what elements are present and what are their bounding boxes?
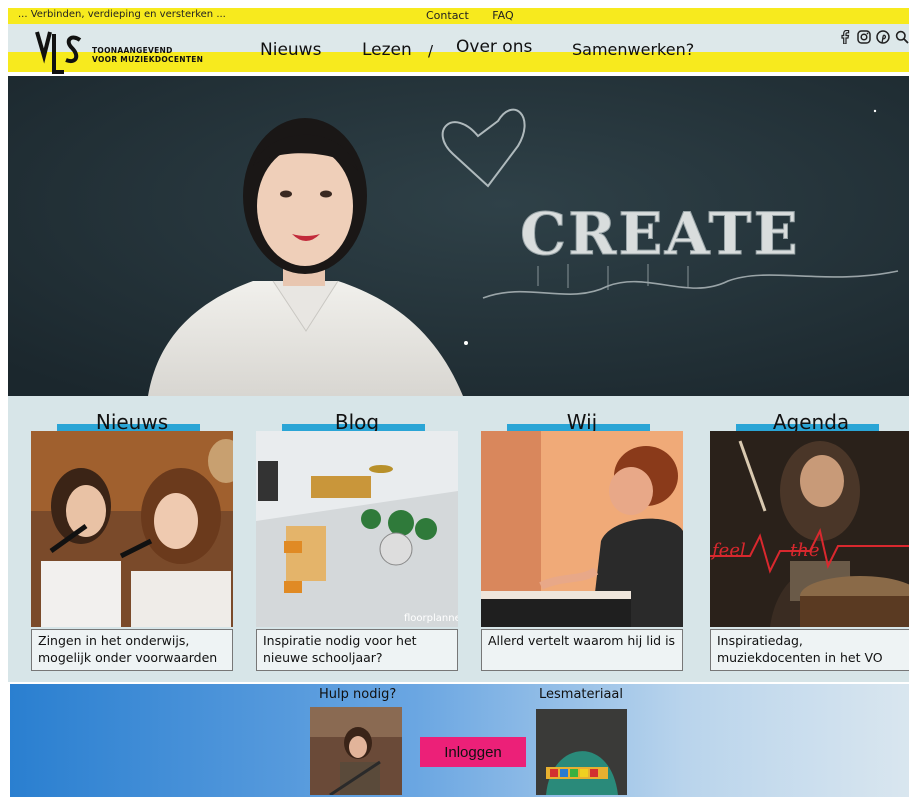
card-image-pianist[interactable] xyxy=(481,431,683,627)
logo-text-line1: TOONAANGEVEND xyxy=(92,46,173,55)
overlay-the: the xyxy=(790,540,819,561)
nav-nieuws[interactable]: Nieuws xyxy=(260,40,321,60)
logo-text-line2: VOOR MUZIEKDOCENTEN xyxy=(92,55,204,64)
logo-tagline: TOONAANGEVEND VOOR MUZIEKDOCENTEN xyxy=(92,46,203,64)
faq-link[interactable]: FAQ xyxy=(492,9,513,22)
pinterest-icon[interactable] xyxy=(875,29,890,44)
card-caption[interactable]: Inspiratie nodig voor het nieuwe schoolj… xyxy=(256,629,458,671)
social-icons xyxy=(837,29,909,44)
hero-banner: CREATE xyxy=(8,76,909,396)
footer-bar: Hulp nodig? Inloggen Lesmateriaal xyxy=(10,684,909,797)
help-thumbnail[interactable] xyxy=(310,707,402,795)
floorplanner-watermark: floorplanner xyxy=(404,613,458,624)
search-icon[interactable] xyxy=(894,29,909,44)
overlay-feel: feel xyxy=(710,540,746,561)
card-caption[interactable]: Allerd vertelt waarom hij lid is xyxy=(481,629,683,671)
card-caption[interactable]: Zingen in het onderwijs, mogelijk onder … xyxy=(31,629,233,671)
top-bar: ... Verbinden, verdieping en versterken … xyxy=(8,8,909,24)
card-caption[interactable]: Inspiratiedag, muziekdocenten in het VO xyxy=(710,629,909,671)
hero-image: CREATE xyxy=(8,76,909,396)
lesson-thumbnail[interactable] xyxy=(536,709,627,795)
lesson-label: Lesmateriaal xyxy=(539,687,624,702)
card-image-drummer[interactable]: feel the xyxy=(710,431,909,627)
instagram-icon[interactable] xyxy=(856,29,871,44)
chalk-create-text: CREATE xyxy=(520,200,800,268)
top-links: Contact FAQ xyxy=(426,9,534,22)
cards-section: Nieuws Zingen in het onderwijs, mogelijk… xyxy=(8,396,909,682)
nav-over-ons[interactable]: Over ons xyxy=(456,37,532,57)
card-image-singers[interactable] xyxy=(31,431,233,627)
nav-samenwerken[interactable]: Samenwerken? xyxy=(572,40,694,59)
vls-logo-icon xyxy=(35,31,82,74)
facebook-icon[interactable] xyxy=(837,29,852,44)
nav-lezen[interactable]: Lezen xyxy=(362,40,412,60)
login-button[interactable]: Inloggen xyxy=(420,737,526,767)
contact-link[interactable]: Contact xyxy=(426,9,469,22)
nav-separator: / xyxy=(428,42,434,60)
tagline: ... Verbinden, verdieping en versterken … xyxy=(18,9,226,20)
main-header: TOONAANGEVEND VOOR MUZIEKDOCENTEN Nieuws… xyxy=(8,24,909,74)
vls-logo[interactable] xyxy=(34,28,88,76)
help-label: Hulp nodig? xyxy=(319,687,397,702)
card-image-music-room[interactable]: floorplanner xyxy=(256,431,458,627)
